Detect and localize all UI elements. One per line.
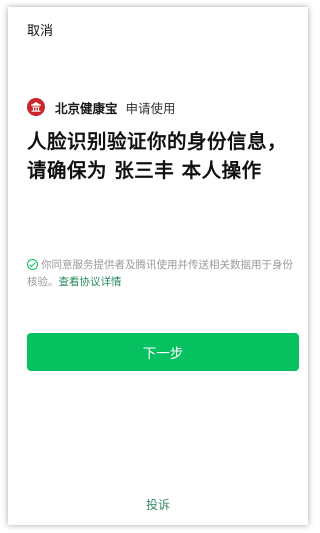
next-step-button[interactable]: 下一步 (27, 333, 299, 371)
cancel-button[interactable]: 取消 (27, 20, 53, 39)
complain-link[interactable]: 投诉 (8, 496, 308, 513)
agreement-details-link[interactable]: 查看协议详情 (59, 276, 122, 288)
check-circle-icon[interactable] (27, 259, 38, 270)
consent-notice: 你同意服务提供者及腾讯使用并传送相关数据用于身份核验。查看协议详情 (27, 257, 297, 291)
app-request-text: 申请使用 (125, 100, 176, 116)
phone-screen: 取消 北京健康宝 申请使用 人脸识别验证你的身份信息，请确保为 张三丰 本人操作… (8, 7, 308, 525)
page-title: 人脸识别验证你的身份信息，请确保为 张三丰 本人操作 (27, 130, 288, 182)
temple-logo-icon (27, 98, 45, 116)
app-info-row: 北京健康宝 申请使用 (27, 97, 176, 117)
app-name: 北京健康宝 (55, 100, 118, 116)
